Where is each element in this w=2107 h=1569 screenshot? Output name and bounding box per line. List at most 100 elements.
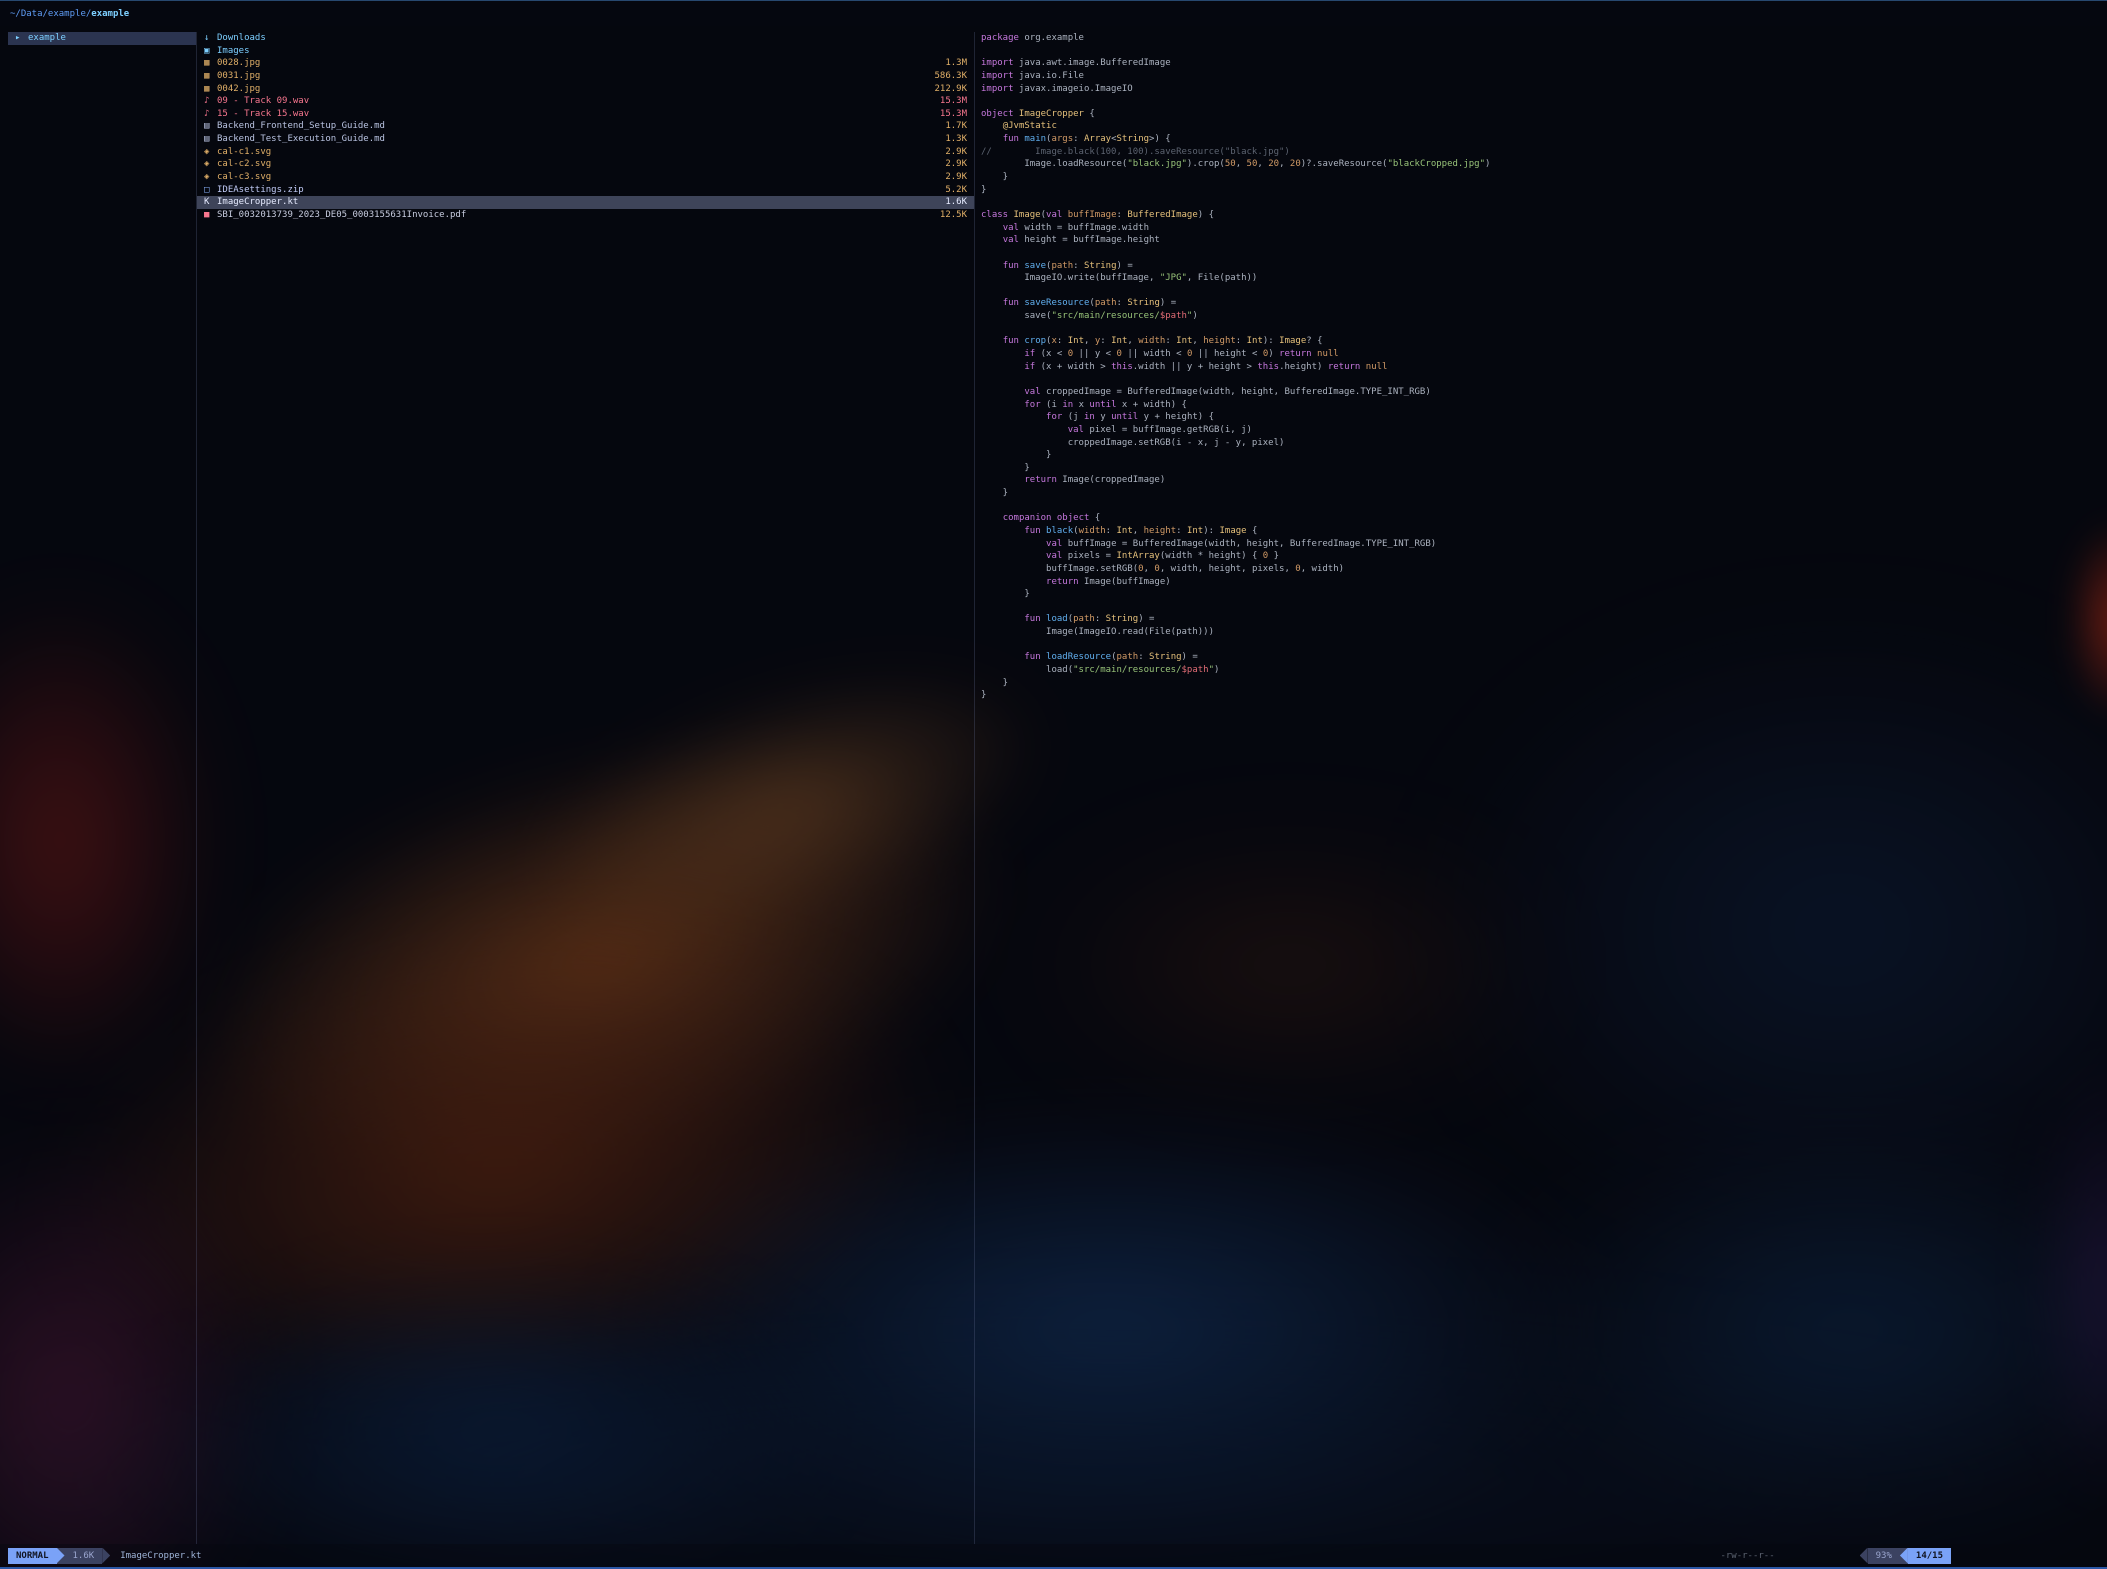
file-row[interactable]: ■SBI_0032013739_2023_DE05_0003155631Invo… bbox=[197, 209, 974, 222]
file-name: ImageCropper.kt bbox=[217, 196, 937, 209]
code-line: @JvmStatic bbox=[981, 120, 2099, 133]
powerline-separator-icon bbox=[102, 1548, 110, 1564]
code-line: return Image(croppedImage) bbox=[981, 474, 2099, 487]
code-line: val croppedImage = BufferedImage(width, … bbox=[981, 386, 2099, 399]
file-name: 0028.jpg bbox=[217, 57, 937, 70]
file-name: cal-c1.svg bbox=[217, 146, 937, 159]
file-size: 1.3M bbox=[937, 57, 967, 70]
code-line bbox=[981, 373, 2099, 386]
file-name: cal-c3.svg bbox=[217, 171, 937, 184]
code-line: } bbox=[981, 462, 2099, 475]
code-line: fun load(path: String) = bbox=[981, 613, 2099, 626]
status-filename: ImageCropper.kt bbox=[120, 1551, 201, 1561]
code-line: } bbox=[981, 677, 2099, 690]
file-row[interactable]: ▤Backend_Test_Execution_Guide.md1.3K bbox=[197, 133, 974, 146]
markdown-file-icon: ▤ bbox=[204, 133, 217, 146]
file-permissions: -rw-r--r-- bbox=[1720, 1551, 1774, 1561]
pdf-file-icon: ■ bbox=[204, 209, 217, 222]
code-line: class Image(val buffImage: BufferedImage… bbox=[981, 209, 2099, 222]
breadcrumb: ~/Data/example/ example bbox=[0, 1, 2107, 26]
scroll-percent-badge: 93% bbox=[1868, 1548, 1900, 1564]
markdown-file-icon: ▤ bbox=[204, 120, 217, 133]
file-row[interactable]: ◈cal-c3.svg2.9K bbox=[197, 171, 974, 184]
cursor-position-badge: 14/15 bbox=[1908, 1548, 1951, 1564]
code-line: val pixels = IntArray(width * height) { … bbox=[981, 550, 2099, 563]
file-size: 5.2K bbox=[937, 184, 967, 197]
code-line: save("src/main/resources/$path") bbox=[981, 310, 2099, 323]
folder-download-icon: ↓ bbox=[204, 32, 217, 45]
code-line: Image.loadResource("black.jpg").crop(50,… bbox=[981, 158, 2099, 171]
powerline-separator-icon bbox=[57, 1548, 65, 1564]
code-line bbox=[981, 500, 2099, 513]
file-name: Backend_Test_Execution_Guide.md bbox=[217, 133, 937, 146]
file-name: cal-c2.svg bbox=[217, 158, 937, 171]
code-line: package org.example bbox=[981, 32, 2099, 45]
code-line: ImageIO.write(buffImage, "JPG", File(pat… bbox=[981, 272, 2099, 285]
file-row[interactable]: ▦0028.jpg1.3M bbox=[197, 57, 974, 70]
code-line: val buffImage = BufferedImage(width, hei… bbox=[981, 538, 2099, 551]
folder-image-icon: ▣ bbox=[204, 45, 217, 58]
file-name: 15 - Track 15.wav bbox=[217, 108, 932, 121]
file-size: 1.7K bbox=[937, 120, 967, 133]
vector-file-icon: ◈ bbox=[204, 171, 217, 184]
file-name: SBI_0032013739_2023_DE05_0003155631Invoi… bbox=[217, 209, 932, 222]
audio-file-icon: ♪ bbox=[204, 108, 217, 121]
code-line bbox=[981, 601, 2099, 614]
code-line: } bbox=[981, 487, 2099, 500]
code-line: buffImage.setRGB(0, 0, width, height, pi… bbox=[981, 563, 2099, 576]
file-name: 0042.jpg bbox=[217, 83, 926, 96]
code-line: if (x < 0 || y < 0 || width < 0 || heigh… bbox=[981, 348, 2099, 361]
parent-pane: ▸example bbox=[8, 32, 196, 1544]
kotlin-file-icon: K bbox=[204, 196, 217, 209]
image-file-icon: ▦ bbox=[204, 83, 217, 96]
code-line: import javax.imageio.ImageIO bbox=[981, 83, 2099, 96]
code-line: for (j in y until y + height) { bbox=[981, 411, 2099, 424]
file-row[interactable]: ▦0031.jpg586.3K bbox=[197, 70, 974, 83]
code-line: } bbox=[981, 689, 2099, 702]
file-row[interactable]: ▦0042.jpg212.9K bbox=[197, 83, 974, 96]
file-size: 1.3K bbox=[937, 133, 967, 146]
file-row[interactable]: ↓Downloads bbox=[197, 32, 974, 45]
file-row[interactable]: ▣Images bbox=[197, 45, 974, 58]
powerline-separator-icon bbox=[1860, 1548, 1868, 1564]
code-line bbox=[981, 196, 2099, 209]
code-line bbox=[981, 323, 2099, 336]
parent-item[interactable]: ▸example bbox=[8, 32, 196, 45]
code-line: fun main(args: Array<String>) { bbox=[981, 133, 2099, 146]
code-line: fun loadResource(path: String) = bbox=[981, 651, 2099, 664]
code-line: } bbox=[981, 171, 2099, 184]
file-row[interactable]: ♪15 - Track 15.wav15.3M bbox=[197, 108, 974, 121]
file-row[interactable]: ▤Backend_Frontend_Setup_Guide.md1.7K bbox=[197, 120, 974, 133]
parent-list: ▸example bbox=[8, 32, 196, 45]
file-size: 2.9K bbox=[937, 146, 967, 159]
preview-pane: package org.example import java.awt.imag… bbox=[975, 32, 2099, 1544]
code-line: for (i in x until x + width) { bbox=[981, 399, 2099, 412]
code-line: fun save(path: String) = bbox=[981, 260, 2099, 273]
file-row[interactable]: ◈cal-c1.svg2.9K bbox=[197, 146, 974, 159]
file-name: 09 - Track 09.wav bbox=[217, 95, 932, 108]
terminal-window: ~/Data/example/ example ▸example ↓Downlo… bbox=[0, 0, 2107, 1569]
code-line: // Image.black(100, 100).saveResource("b… bbox=[981, 146, 2099, 159]
code-view: package org.example import java.awt.imag… bbox=[981, 32, 2099, 702]
file-row[interactable]: ◈cal-c2.svg2.9K bbox=[197, 158, 974, 171]
code-line bbox=[981, 95, 2099, 108]
folder-icon: ▸ bbox=[15, 32, 28, 45]
mode-badge: NORMAL bbox=[8, 1548, 57, 1564]
code-line: fun crop(x: Int, y: Int, width: Int, hei… bbox=[981, 335, 2099, 348]
code-line: import java.awt.image.BufferedImage bbox=[981, 57, 2099, 70]
file-row[interactable]: KImageCropper.kt1.6K bbox=[197, 196, 974, 209]
file-pane: ↓Downloads▣Images▦0028.jpg1.3M▦0031.jpg5… bbox=[196, 32, 975, 1544]
code-line: } bbox=[981, 588, 2099, 601]
code-line bbox=[981, 45, 2099, 58]
file-name: Backend_Frontend_Setup_Guide.md bbox=[217, 120, 937, 133]
file-row[interactable]: ♪09 - Track 09.wav15.3M bbox=[197, 95, 974, 108]
status-bar-left: NORMAL 1.6K ImageCropper.kt bbox=[8, 1548, 201, 1564]
file-row[interactable]: □IDEAsettings.zip5.2K bbox=[197, 184, 974, 197]
archive-file-icon: □ bbox=[204, 184, 217, 197]
file-name: Images bbox=[217, 45, 959, 58]
status-bar-right: -rw-r--r-- 93% 14/15 bbox=[1720, 1548, 1951, 1564]
code-line: val width = buffImage.width bbox=[981, 222, 2099, 235]
file-size: 586.3K bbox=[926, 70, 967, 83]
breadcrumb-current-dir: example bbox=[91, 9, 129, 19]
item-name: example bbox=[28, 32, 189, 45]
